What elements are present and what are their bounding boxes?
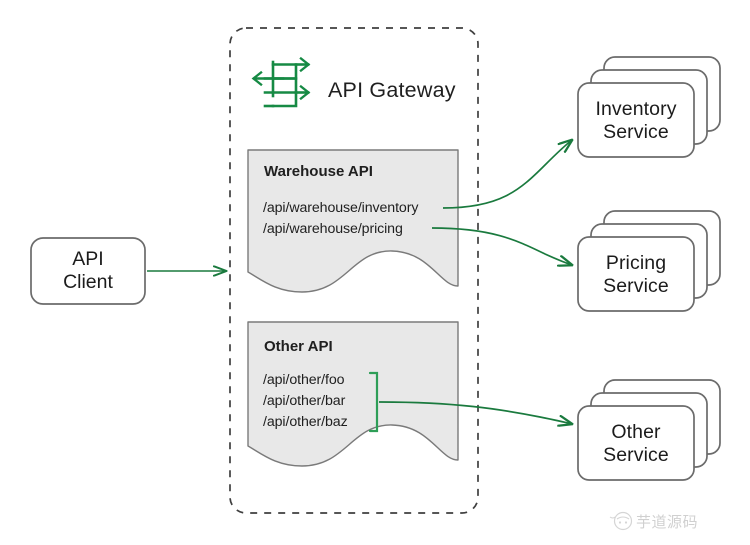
other-service-node[interactable]	[577, 379, 721, 481]
watermark-logo-icon	[609, 511, 633, 531]
diagram-canvas: API Client API Gateway Warehouse API /ap…	[0, 0, 750, 545]
api-client-node[interactable]	[30, 237, 146, 305]
connector-inventory-route	[442, 140, 572, 209]
pricing-service-node[interactable]	[577, 210, 721, 312]
warehouse-route-inventory: /api/warehouse/inventory	[263, 200, 419, 216]
other-route-bar: /api/other/bar	[263, 393, 346, 409]
warehouse-api-title: Warehouse API	[264, 163, 373, 180]
other-api-title: Other API	[264, 338, 333, 355]
watermark-text: 芋道源码	[636, 513, 699, 531]
api-exchange-icon	[251, 56, 311, 108]
other-route-baz: /api/other/baz	[263, 414, 348, 430]
inventory-service-node[interactable]	[577, 56, 721, 158]
watermark: 芋道源码	[636, 511, 698, 532]
other-route-foo: /api/other/foo	[263, 372, 345, 388]
warehouse-route-pricing: /api/warehouse/pricing	[263, 221, 403, 237]
api-gateway-title: API Gateway	[328, 78, 456, 102]
